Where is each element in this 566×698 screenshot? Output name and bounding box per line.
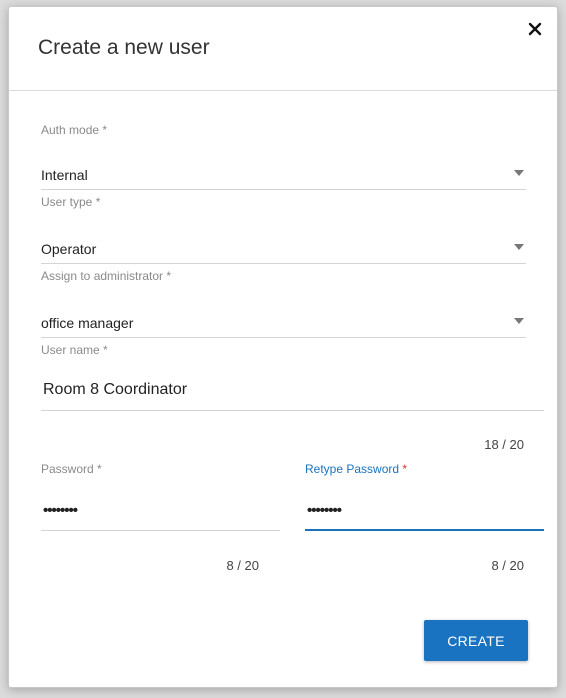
required-mark: * xyxy=(402,462,408,476)
required-mark: * xyxy=(166,269,172,283)
user-type-value: Operator xyxy=(41,241,97,257)
user-type-label: User type * xyxy=(41,195,101,209)
auth-mode-select[interactable]: Internal xyxy=(41,165,526,190)
required-mark: * xyxy=(95,195,101,209)
retype-password-label: Retype Password * xyxy=(305,462,408,476)
create-user-dialog: Create a new user Auth mode * Internal U… xyxy=(8,6,558,688)
retype-password-input[interactable]: •••••••• xyxy=(305,495,544,531)
required-mark: * xyxy=(97,462,102,476)
password-value: •••••••• xyxy=(43,502,78,519)
close-icon xyxy=(528,22,542,36)
dialog-title: Create a new user xyxy=(38,36,210,59)
assign-admin-select[interactable]: office manager xyxy=(41,313,526,338)
auth-mode-value: Internal xyxy=(41,167,88,183)
user-name-counter: 18 / 20 xyxy=(484,437,524,452)
dropdown-arrow-icon xyxy=(514,170,524,176)
password-counter: 8 / 20 xyxy=(226,558,259,573)
dropdown-arrow-icon xyxy=(514,318,524,324)
dropdown-arrow-icon xyxy=(514,244,524,250)
retype-password-value: •••••••• xyxy=(307,502,342,519)
user-type-select[interactable]: Operator xyxy=(41,239,526,264)
password-input[interactable]: •••••••• xyxy=(41,495,280,531)
assign-admin-label: Assign to administrator * xyxy=(41,269,172,283)
user-name-label: User name * xyxy=(41,343,108,357)
create-button[interactable]: CREATE xyxy=(424,620,528,661)
dialog-header: Create a new user xyxy=(9,7,557,91)
close-button[interactable] xyxy=(523,17,547,41)
retype-password-counter: 8 / 20 xyxy=(491,558,524,573)
user-name-value: Room 8 Coordinator xyxy=(43,381,188,398)
user-name-input[interactable]: Room 8 Coordinator xyxy=(41,375,544,411)
password-label: Password * xyxy=(41,462,102,476)
required-mark: * xyxy=(103,343,108,357)
auth-mode-label: Auth mode * xyxy=(41,123,108,137)
required-mark: * xyxy=(102,123,108,137)
assign-admin-value: office manager xyxy=(41,315,134,331)
